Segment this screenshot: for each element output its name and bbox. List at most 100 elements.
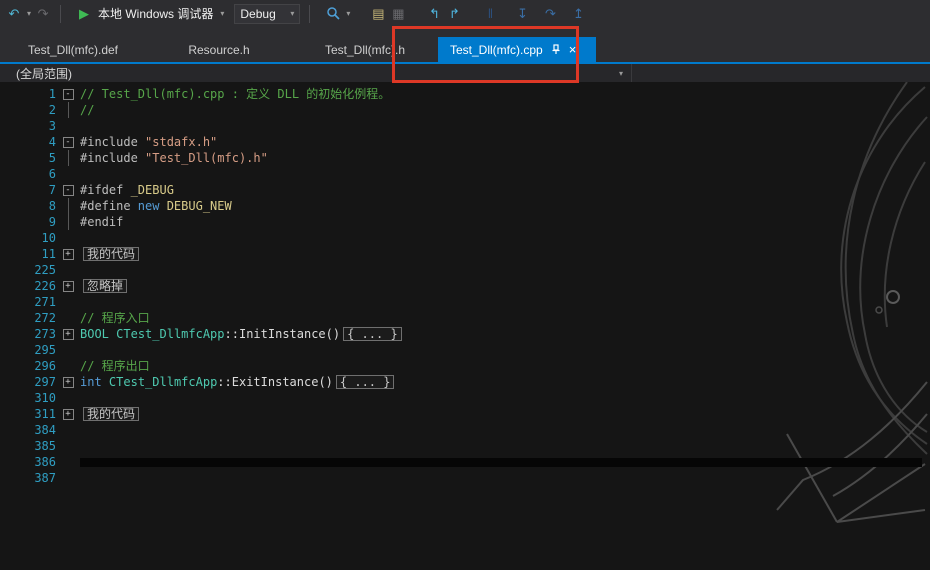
code-line[interactable]: 310 [0,390,930,406]
breakpoint-toggle-icon[interactable]: ↱ [446,4,462,24]
solution-configuration-select[interactable]: Debug ▾ [234,3,301,24]
show-error-list-icon[interactable]: ▦ [390,4,406,24]
fold-toggle-icon[interactable]: - [56,182,80,198]
collapsed-region-box[interactable]: 我的代码 [83,407,140,421]
navigate-backward-caret-icon[interactable]: ▾ [27,9,31,18]
code-text: 我的代码 [80,246,140,262]
tab-test-dll-def[interactable]: Test_Dll(mfc).def [0,37,146,62]
collapsed-region-box[interactable]: 忽略掉 [83,279,128,293]
step-out-icon[interactable]: ↥ [570,4,586,24]
line-number: 296 [34,359,56,373]
code-token: // Test_Dll(mfc).cpp : 定义 DLL 的初始化例程。 [80,87,391,101]
fold-toggle-icon[interactable]: + [56,374,80,390]
code-line[interactable]: 226 + 忽略掉 [0,278,930,294]
step-into-icon[interactable]: ↧ [514,4,530,24]
code-line[interactable]: 273 + BOOL CTest_DllmfcApp::InitInstance()… [0,326,930,342]
code-line[interactable]: 311 + 我的代码 [0,406,930,422]
fold-toggle-icon[interactable]: + [56,406,80,422]
fold-toggle-icon[interactable]: + [56,246,80,262]
fold-toggle-icon[interactable]: - [56,86,80,102]
code-line[interactable]: 1-// Test_Dll(mfc).cpp : 定义 DLL 的初始化例程。 [0,86,930,102]
code-line[interactable]: 7- #ifdef _DEBUG [0,182,930,198]
code-token: // 程序入口 [80,311,150,325]
play-icon: ▶ [79,5,90,21]
code-line[interactable]: 384 [0,422,930,438]
collapsed-region-box[interactable]: { ... } [335,375,395,389]
code-line[interactable]: 4- #include "stdafx.h" [0,134,930,150]
code-line[interactable]: 11 + 我的代码 [0,246,930,262]
fold-gutter [56,198,80,214]
code-line[interactable]: 296 // 程序出口 [0,358,930,374]
editor-navigation-bar: (全局范围) ▾ [0,62,930,82]
start-debugging-button[interactable]: ▶ 本地 Windows 调试器 ▾ [70,2,230,26]
fold-gutter [56,262,80,278]
selection-bar [80,458,922,467]
fold-gutter [56,438,80,454]
navigate-backward-icon[interactable]: ↶ [6,4,22,24]
scope-select[interactable]: (全局范围) ▾ [0,64,632,82]
debug-toolbar: ↶ ▾ ↷ ▶ 本地 Windows 调试器 ▾ Debug ▾ ▾ ▤ ▦ ↰… [0,0,930,27]
code-line[interactable]: 272 // 程序入口 [0,310,930,326]
fold-toggle-icon[interactable]: + [56,278,80,294]
pin-icon[interactable] [551,44,561,55]
fold-gutter [56,358,80,374]
code-line[interactable]: 271 [0,294,930,310]
code-line[interactable]: 2 // [0,102,930,118]
debug-target-caret-icon[interactable]: ▾ [220,9,224,18]
code-token: // [80,103,95,117]
collapsed-region-box[interactable]: { ... } [343,327,402,341]
breakpoint-new-icon[interactable]: ↰ [426,4,442,24]
code-editor[interactable]: 1-// Test_Dll(mfc).cpp : 定义 DLL 的初始化例程。 2… [0,82,930,570]
code-text [80,454,922,470]
code-line[interactable]: 387 [0,470,930,486]
code-text: 忽略掉 [80,278,128,294]
step-over-icon[interactable]: ↷ [542,4,558,24]
code-line[interactable]: 5 #include "Test_Dll(mfc).h" [0,150,930,166]
code-line[interactable]: 295 [0,342,930,358]
collapse-icon: - [62,184,74,196]
close-icon[interactable]: × [569,43,577,56]
line-number: 311 [34,407,56,421]
tab-resource-h[interactable]: Resource.h [146,37,292,62]
fold-gutter [56,342,80,358]
line-number: 11 [41,247,56,261]
code-token: #include [80,151,146,165]
code-line[interactable]: 10 [0,230,930,246]
tab-test-dll-cpp[interactable]: Test_Dll(mfc).cpp × [438,37,596,62]
line-number: 384 [34,423,56,437]
line-number: 5 [48,151,56,165]
fold-gutter [56,294,80,310]
break-all-icon[interactable]: ‖ [482,4,498,24]
search-caret-icon[interactable]: ▾ [346,9,350,18]
code-line[interactable]: 225 [0,262,930,278]
code-line[interactable]: 9 #endif [0,214,930,230]
code-text: // 程序出口 [80,358,150,374]
fold-gutter [56,150,80,166]
collapsed-region-box[interactable]: 我的代码 [83,247,140,261]
search-icon[interactable] [325,4,341,24]
fold-gutter [56,310,80,326]
code-line[interactable]: 386 [0,454,930,470]
code-token: // 程序出口 [80,359,150,373]
code-text: BOOL CTest_DllmfcApp::InitInstance(){ ..… [80,326,402,342]
code-line[interactable]: 385 [0,438,930,454]
configuration-caret-icon: ▾ [290,9,295,18]
fold-scope-line [67,198,69,214]
code-token: "Test_Dll(mfc).h" [145,151,268,165]
code-line[interactable]: 8 #define new DEBUG_NEW [0,198,930,214]
fold-gutter [56,470,80,486]
line-number: 9 [48,215,56,229]
fold-toggle-icon[interactable]: - [56,134,80,150]
tab-test-dll-h[interactable]: Test_Dll(mfc).h [292,37,438,62]
navigate-forward-icon[interactable]: ↷ [35,4,51,24]
fold-toggle-icon[interactable]: + [56,326,80,342]
line-number: 1 [48,87,56,101]
tab-label: Test_Dll(mfc).cpp [450,42,543,57]
line-number: 272 [34,311,56,325]
code-line[interactable]: 297 + int CTest_DllmfcApp::ExitInstance(){… [0,374,930,390]
show-output-icon[interactable]: ▤ [370,4,386,24]
code-line[interactable]: 6 [0,166,930,182]
code-line[interactable]: 3 [0,118,930,134]
line-number: 271 [34,295,56,309]
code-token: #define [80,199,138,213]
